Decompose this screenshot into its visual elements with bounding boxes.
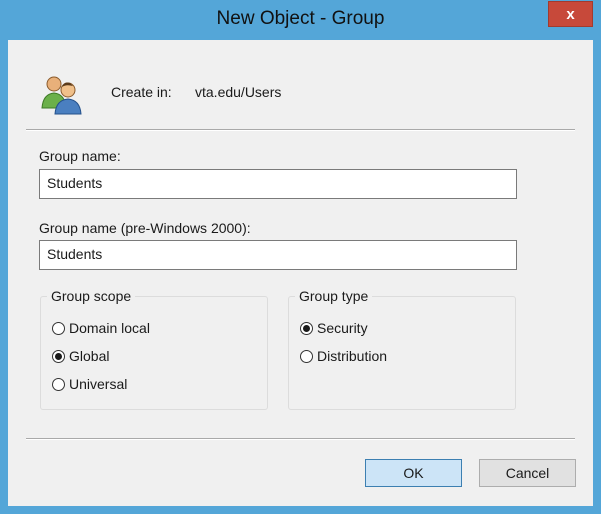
close-button[interactable]: x	[548, 1, 593, 27]
group-type-legend: Group type	[295, 288, 373, 304]
group-name-label: Group name:	[39, 148, 121, 164]
radio-label: Security	[317, 320, 368, 336]
group-name-pre2000-input[interactable]: Students	[39, 240, 517, 270]
create-in-label: Create in:	[111, 84, 172, 100]
radio-domain-local[interactable]: Domain local	[52, 320, 150, 336]
radio-label: Distribution	[317, 348, 388, 364]
radio-label: Domain local	[69, 320, 150, 336]
radio-universal[interactable]: Universal	[52, 376, 127, 392]
radio-button-icon[interactable]	[300, 349, 313, 363]
group-name-pre2000-label: Group name (pre-Windows 2000):	[39, 220, 251, 236]
footer-divider	[26, 438, 575, 440]
radio-distribution[interactable]: Distribution	[300, 348, 387, 364]
users-icon	[41, 76, 82, 115]
group-scope-legend: Group scope	[47, 288, 136, 304]
dialog-window: New Object - Group x Create in: vta.edu/…	[0, 0, 601, 514]
title-bar[interactable]: New Object - Group x	[0, 0, 601, 40]
close-icon: x	[566, 6, 575, 23]
header-divider	[26, 129, 575, 131]
radio-label: Universal	[69, 376, 128, 392]
radio-label: Global	[69, 348, 110, 364]
radio-button-selected-icon[interactable]	[300, 321, 313, 335]
ok-button[interactable]: OK	[365, 459, 462, 487]
radio-global[interactable]: Global	[52, 348, 109, 364]
radio-security[interactable]: Security	[300, 320, 368, 336]
dialog-client-area: Create in: vta.edu/Users Group name: Stu…	[8, 40, 593, 506]
window-title: New Object - Group	[216, 8, 385, 29]
cancel-button[interactable]: Cancel	[479, 459, 576, 487]
radio-button-icon[interactable]	[52, 377, 65, 391]
radio-button-selected-icon[interactable]	[52, 349, 65, 363]
radio-button-icon[interactable]	[52, 321, 65, 335]
create-in-path: vta.edu/Users	[195, 84, 282, 100]
group-name-input[interactable]: Students	[39, 169, 517, 199]
